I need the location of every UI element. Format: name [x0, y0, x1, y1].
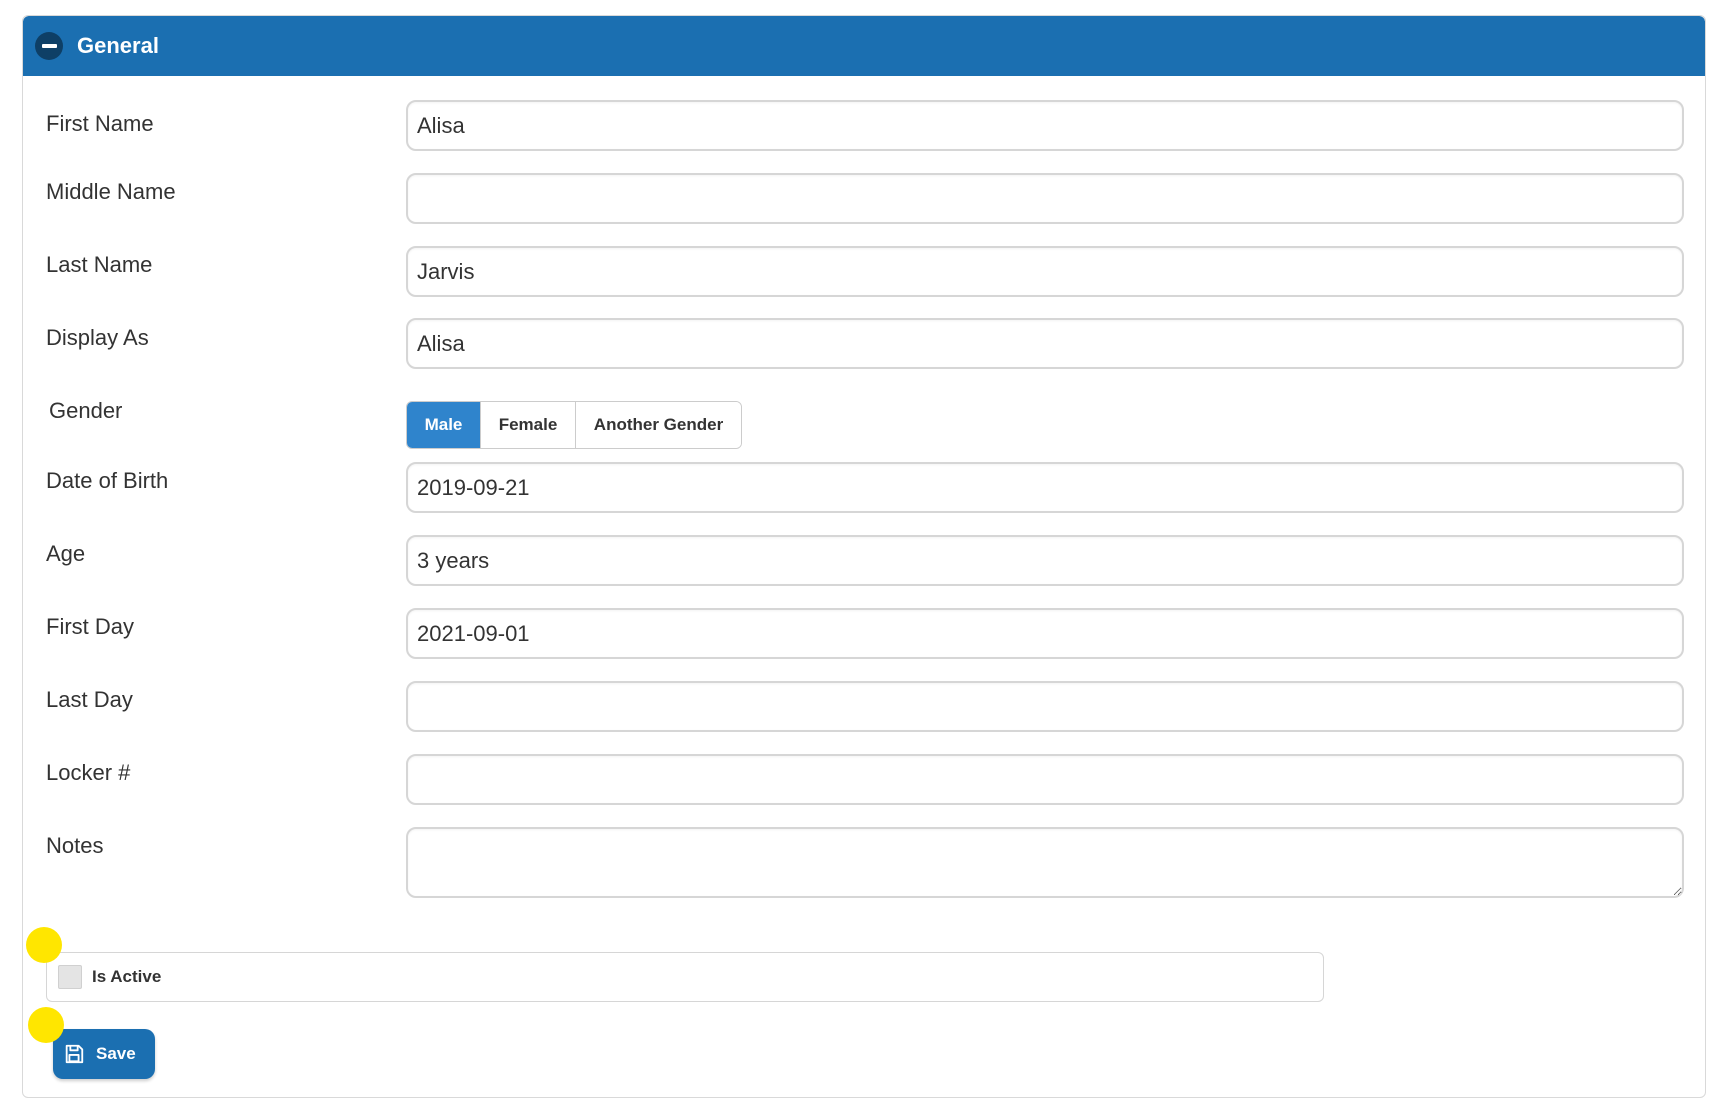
age-label: Age [46, 541, 86, 566]
notes-label: Notes [46, 833, 104, 858]
is-active-label: Is Active [92, 967, 162, 986]
display-as-label: Display As [46, 325, 149, 350]
date-of-birth-label: Date of Birth [46, 468, 169, 493]
first-day-label: First Day [46, 614, 134, 639]
last-name-label: Last Name [46, 252, 153, 277]
gender-label: Gender [49, 398, 123, 423]
first-name-label: First Name [46, 111, 154, 136]
marker-dot [28, 1007, 64, 1043]
last-day-label: Last Day [46, 687, 133, 712]
last-day-input[interactable] [406, 681, 1684, 732]
is-active-container: Is Active [46, 952, 1324, 1002]
general-panel: General First Name Middle Name Last Name… [22, 15, 1706, 1098]
notes-textarea[interactable] [406, 827, 1684, 898]
panel-header[interactable]: General [23, 16, 1705, 76]
save-button[interactable]: Save [53, 1029, 155, 1079]
marker-dot [26, 927, 62, 963]
middle-name-input[interactable] [406, 173, 1684, 224]
gender-option-another[interactable]: Another Gender [576, 402, 741, 448]
panel-title: General [77, 33, 159, 58]
last-name-input[interactable] [406, 246, 1684, 297]
save-label: Save [96, 1044, 136, 1063]
middle-name-label: Middle Name [46, 179, 176, 204]
is-active-checkbox[interactable] [58, 965, 82, 989]
display-as-input[interactable] [406, 318, 1684, 369]
gender-option-male[interactable]: Male [407, 402, 481, 448]
gender-button-group: Male Female Another Gender [406, 401, 742, 449]
locker-input[interactable] [406, 754, 1684, 805]
minus-bar [41, 44, 57, 48]
age-input[interactable] [406, 535, 1684, 586]
first-day-input[interactable] [406, 608, 1684, 659]
first-name-input[interactable] [406, 100, 1684, 151]
gender-option-female[interactable]: Female [481, 402, 576, 448]
collapse-icon[interactable] [35, 32, 63, 60]
locker-label: Locker # [46, 760, 131, 785]
date-of-birth-input[interactable] [406, 462, 1684, 513]
floppy-disk-icon [65, 1044, 84, 1064]
